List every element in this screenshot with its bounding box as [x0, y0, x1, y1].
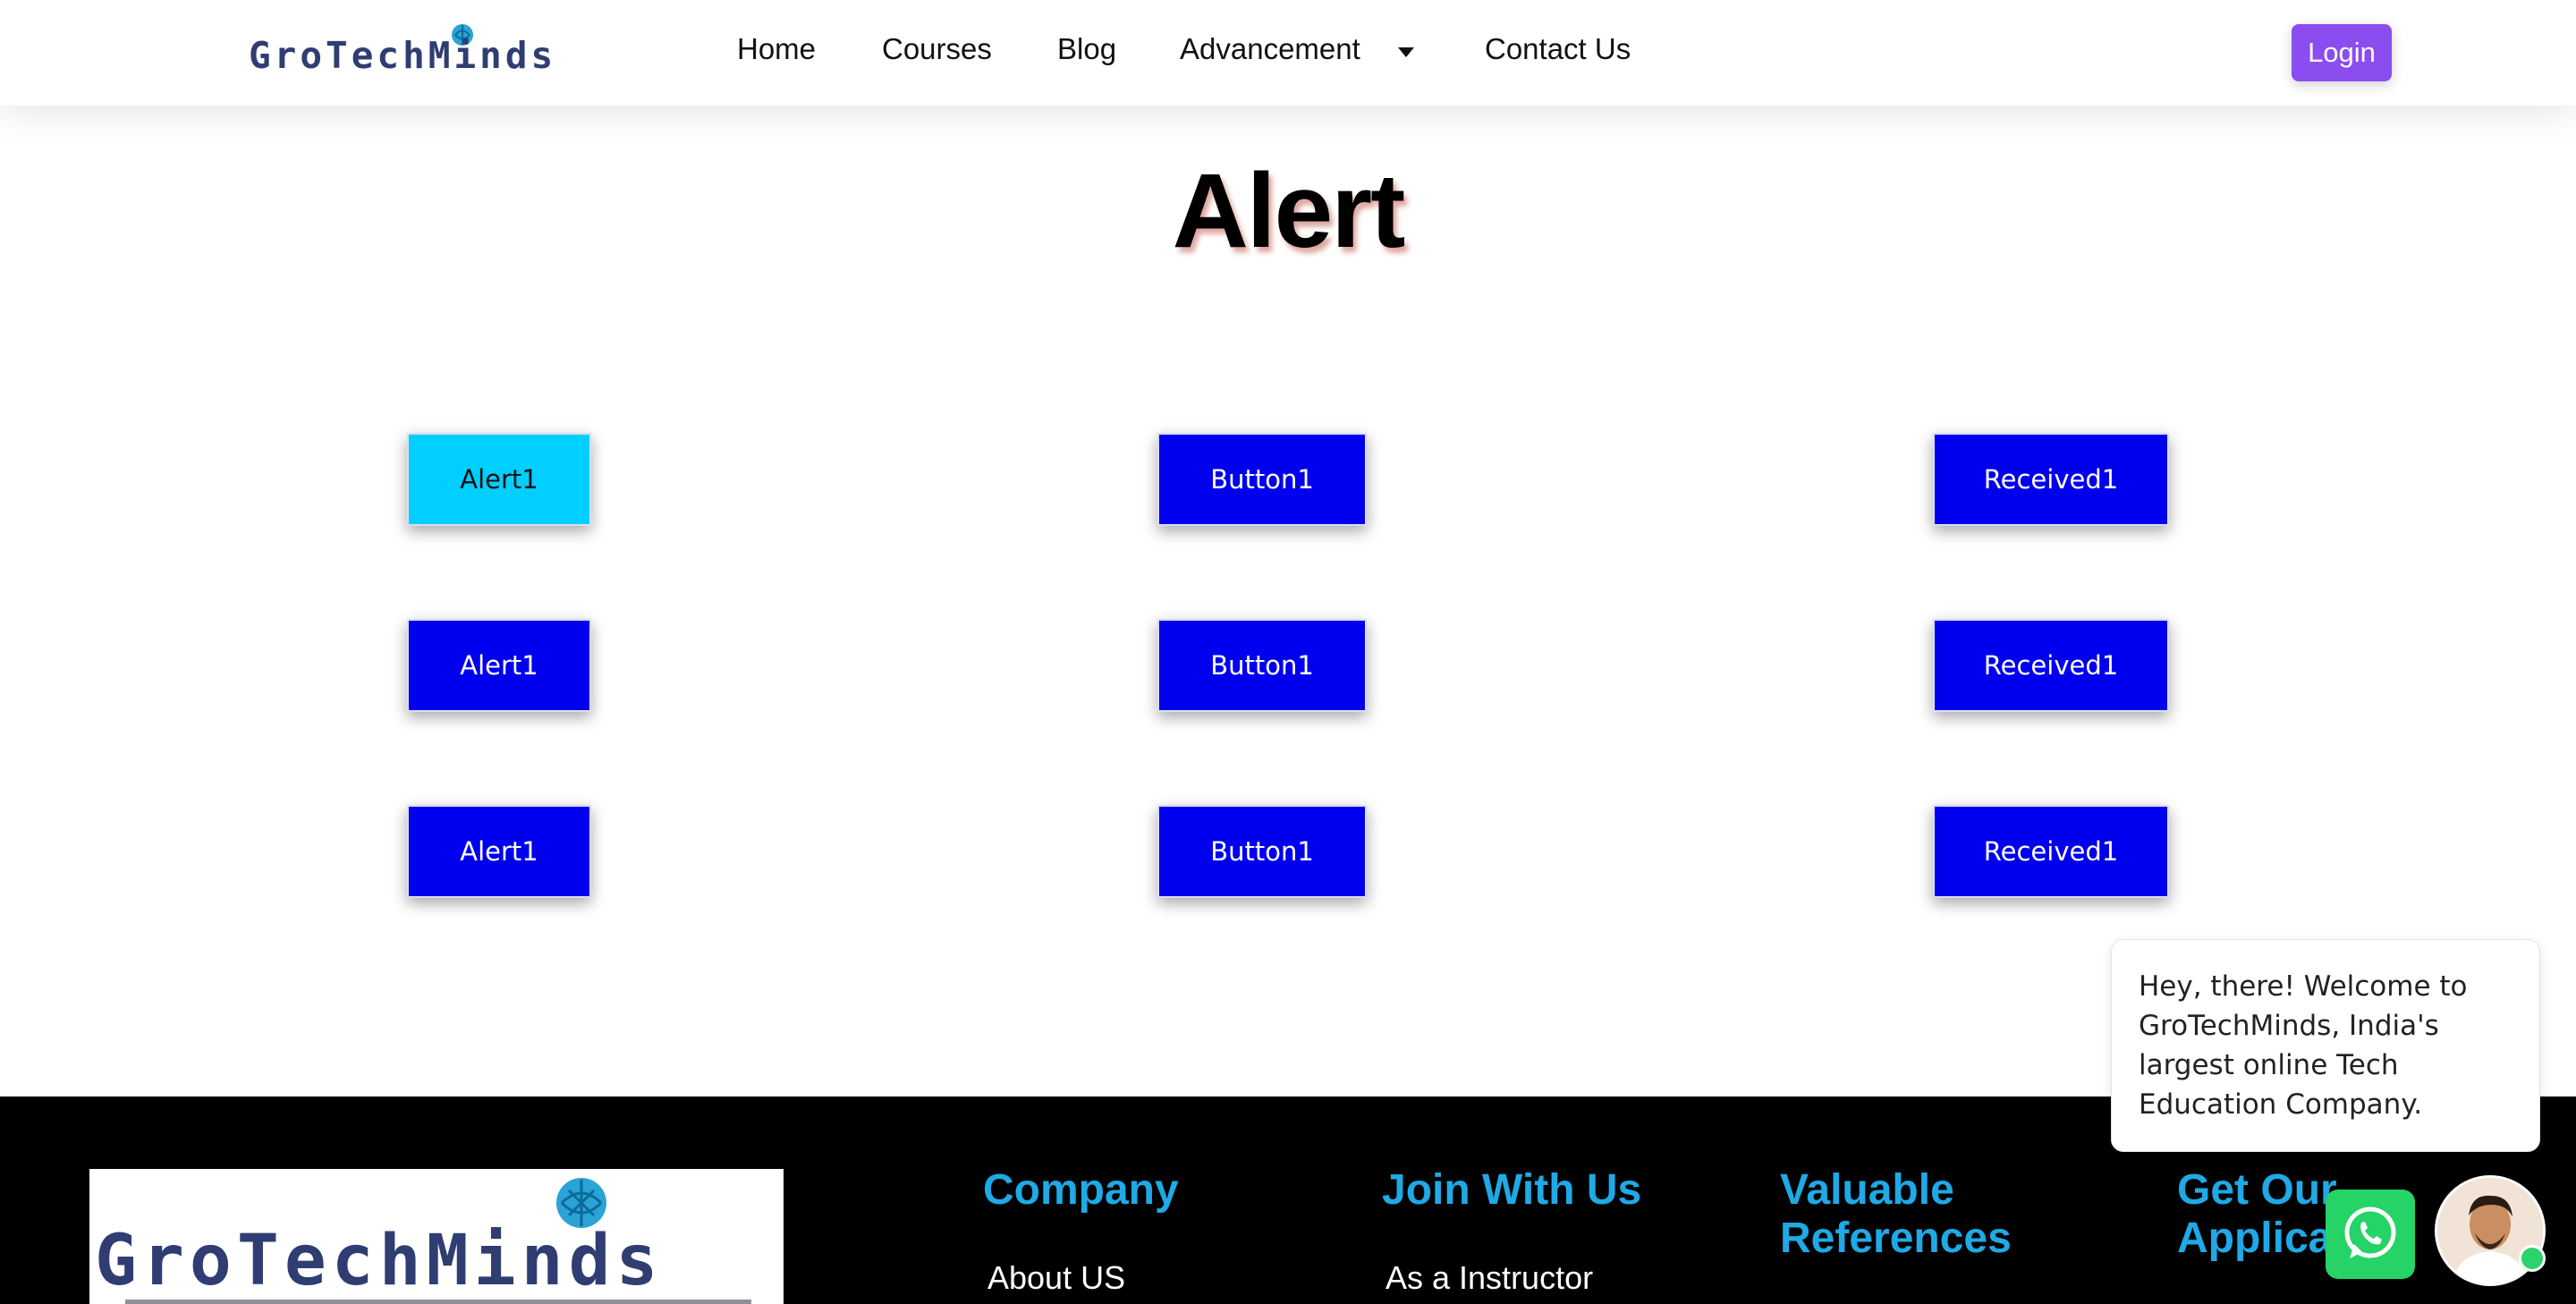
page-title: Alert — [1172, 152, 1406, 270]
nav-courses[interactable]: Courses — [882, 32, 992, 66]
whatsapp-button[interactable] — [2326, 1190, 2415, 1279]
online-status-dot — [2519, 1245, 2546, 1272]
button1-button[interactable]: Button1 — [1157, 619, 1367, 712]
nav-advancement[interactable]: Advancement — [1180, 32, 1360, 66]
site-logo[interactable]: GroTechMinds — [249, 20, 553, 79]
button1-button[interactable]: Button1 — [1157, 805, 1367, 898]
footer-heading-join-with-us: Join With Us — [1382, 1166, 1642, 1214]
footer-link-about-us[interactable]: About US — [987, 1259, 1125, 1297]
received1-button[interactable]: Received1 — [1933, 805, 2169, 898]
received1-button[interactable]: Received1 — [1933, 619, 2169, 712]
login-button[interactable]: Login — [2292, 24, 2392, 81]
nav-contact-us[interactable]: Contact Us — [1485, 32, 1631, 66]
site-header: GroTechMinds Home Courses Blog Advanceme… — [0, 0, 2576, 106]
footer-logo-text: GroTechMinds — [95, 1221, 664, 1301]
footer-heading-valuable-references: Valuable References — [1780, 1166, 2012, 1262]
logo-tagline-strip — [125, 1300, 751, 1304]
received1-button[interactable]: Received1 — [1933, 433, 2169, 526]
alert1-button[interactable]: Alert1 — [407, 433, 591, 526]
footer-link-instructor[interactable]: As a Instructor — [1385, 1259, 1593, 1297]
whatsapp-icon — [2344, 1207, 2396, 1258]
footer-heading-company: Company — [983, 1166, 1179, 1214]
button1-button[interactable]: Button1 — [1157, 433, 1367, 526]
chat-welcome-bubble[interactable]: Hey, there! Welcome to GroTechMinds, Ind… — [2111, 939, 2540, 1152]
chevron-down-icon[interactable] — [1398, 47, 1414, 57]
logo-text: GroTechMinds — [249, 34, 557, 77]
alert1-button[interactable]: Alert1 — [407, 805, 591, 898]
footer-logo[interactable]: GroTechMinds — [89, 1169, 784, 1304]
nav-blog[interactable]: Blog — [1057, 32, 1116, 66]
alert1-button[interactable]: Alert1 — [407, 619, 591, 712]
nav-home[interactable]: Home — [737, 32, 816, 66]
